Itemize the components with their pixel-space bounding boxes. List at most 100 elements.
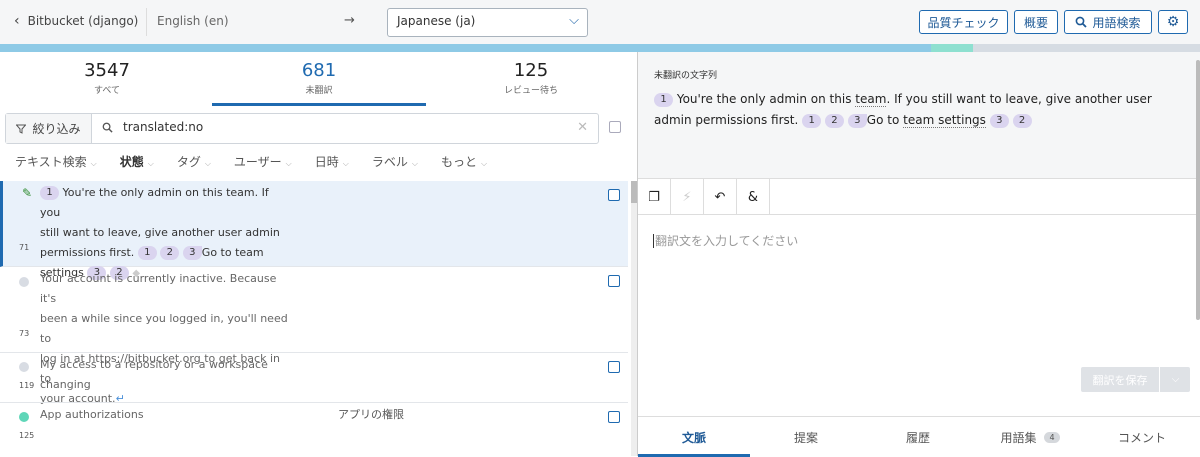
line-number: 119 [19,381,35,390]
string-list-panel: 3547 すべて 681 未翻訳 125 レビュー待ち 絞り込み transla… [0,52,630,456]
editor-toolbar: ❐ ⚡ ↶ & [638,179,1200,215]
stat-count: 125 [513,60,549,81]
search-icon [102,122,113,133]
placeholder-tag[interactable]: 2 [824,113,844,128]
target-language-select[interactable]: Japanese (ja) ⌵ [387,8,588,37]
stat-count: 681 [301,60,337,81]
stat-label: すべて [93,86,120,96]
target-language-value: Japanese (ja) [397,14,476,28]
stat-all[interactable]: 3547 すべて [0,60,214,96]
chevron-down-icon[interactable]: ⌵ [1161,367,1190,392]
placeholder-tag: 3 [182,246,202,260]
filter-icon [16,124,27,134]
row-checkbox[interactable] [608,361,620,373]
save-translation-button[interactable]: 翻訳を保存 ⌵ [1081,367,1190,392]
undo-icon: ↶ [714,189,726,205]
editor-panel: 未翻訳の文字列 1 You're the only admin on this … [638,52,1200,457]
lightning-icon: ⚡ [682,189,692,205]
status-dot [19,412,29,422]
pencil-icon: ✎ [22,186,33,200]
source-title: 未翻訳の文字列 [654,71,718,81]
source-language: English (en) [157,14,229,28]
clear-icon[interactable]: ✕ [577,120,588,135]
line-number: 71 [19,243,30,252]
facet-more[interactable]: もっと ⌵ [441,153,487,170]
search-query: translated:no [123,120,204,134]
overview-button[interactable]: 概要 [1014,10,1058,34]
list-item[interactable]: Your account is currently inactive. Beca… [0,267,628,405]
placeholder-tag[interactable]: 3 [847,113,867,128]
special-char-button[interactable]: & [737,179,770,215]
facet-tag[interactable]: タグ ⌵ [177,153,211,170]
quality-check-button[interactable]: 品質チェック [919,10,1008,34]
copy-source-button[interactable]: ❐ [638,179,671,215]
stat-label: 未翻訳 [305,86,333,96]
filter-label: 絞り込み [32,122,81,136]
settings-button[interactable]: ⚙ [1158,10,1188,34]
row-checkbox[interactable] [608,189,620,201]
back-link[interactable]: ‹ Bitbucket (django) [14,13,138,29]
copy-icon: ❐ [648,189,660,205]
source-text: My access to a repository or a workspace… [40,358,268,391]
stat-review[interactable]: 125 レビュー待ち [424,60,638,96]
placeholder-tag: 1 [40,186,59,200]
count-badge: 4 [1044,431,1060,443]
status-dot [19,277,29,287]
top-bar: ‹ Bitbucket (django) English (en) → Japa… [0,0,1200,44]
filter-button[interactable]: 絞り込み [6,114,92,143]
project-name: Bitbucket (django) [27,14,139,28]
row-checkbox[interactable] [608,275,620,287]
progress-bar [0,44,1200,52]
glossary-term[interactable]: team [855,92,887,107]
facet-user[interactable]: ユーザー ⌵ [234,153,292,170]
glossary-search-button[interactable]: 用語検索 [1064,10,1152,34]
chevron-down-icon: ⌵ [569,13,579,28]
select-all-checkbox[interactable] [609,121,621,133]
placeholder-tag: 1 [137,246,157,260]
stats-tabs: 3547 すべて 681 未翻訳 125 レビュー待ち [0,52,638,108]
tab-history[interactable]: 履歴 [862,417,974,457]
overview-label: 概要 [1023,15,1048,30]
editor-scrollbar[interactable] [1196,60,1200,320]
machine-translate-button[interactable]: ⚡ [671,179,704,215]
tab-suggestions[interactable]: 提案 [750,417,862,457]
source-text: App authorizations [40,408,144,421]
status-dot [19,362,29,372]
source-string: 1 You're the only admin on this team. If… [654,92,1152,128]
placeholder-tag[interactable]: 2 [1012,113,1032,128]
placeholder-tag[interactable]: 1 [802,113,822,128]
source-string-box: 未翻訳の文字列 1 You're the only admin on this … [638,52,1200,179]
facet-date[interactable]: 日時 ⌵ [315,153,349,170]
quality-check-label: 品質チェック [927,15,1000,30]
facet-status[interactable]: 状態 ⌵ [120,153,154,170]
search-icon [1076,16,1088,28]
special-char-icon: & [747,189,759,205]
list-item[interactable]: App authorizations アプリの権限 125 [0,403,628,456]
list-item[interactable]: My access to a repository or a workspace… [0,353,628,403]
save-label: 翻訳を保存 [1081,367,1160,392]
tab-glossary[interactable]: 用語集 4 [974,417,1086,457]
gear-icon: ⚙ [1166,14,1180,30]
chevron-left-icon: ‹ [14,13,20,29]
placeholder-tag[interactable]: 3 [989,113,1009,128]
glossary-term[interactable]: team settings [903,113,986,128]
arrow-icon: → [344,13,355,28]
undo-button[interactable]: ↶ [704,179,737,215]
translation-input[interactable]: 翻訳文を入力してください [653,232,798,249]
line-number: 73 [19,329,30,338]
tab-comments[interactable]: コメント [1086,417,1198,457]
list-item[interactable]: ✎ 1 You're the only admin on this team. … [0,181,628,280]
tab-context[interactable]: 文脈 [638,417,750,457]
row-checkbox[interactable] [608,411,620,423]
facet-text-search[interactable]: テキスト検索 ⌵ [15,153,97,170]
placeholder-tag[interactable]: 1 [654,92,673,107]
facet-label[interactable]: ラベル ⌵ [372,153,418,170]
glossary-search-label: 用語検索 [1092,15,1141,30]
progress-translated [0,44,931,52]
search-bar: 絞り込み translated:no ✕ [5,113,599,144]
search-input[interactable]: translated:no [102,120,203,134]
line-number: 125 [19,431,35,440]
stat-untranslated[interactable]: 681 未翻訳 [212,60,426,106]
bottom-tabs: 文脈 提案 履歴 用語集 4 コメント [638,416,1200,457]
translation-placeholder: 翻訳文を入力してください [655,234,799,248]
